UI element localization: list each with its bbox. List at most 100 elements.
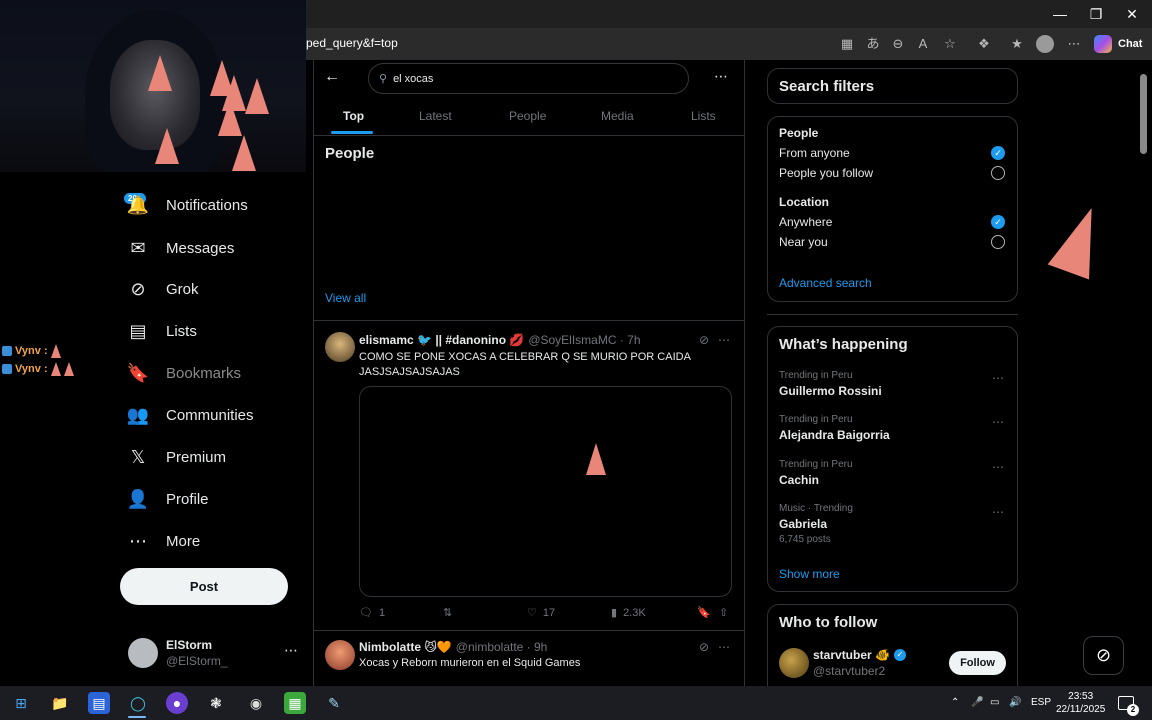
- retweet-button[interactable]: ⇅: [443, 606, 458, 619]
- nav-label: More: [166, 532, 201, 550]
- read-aloud-icon[interactable]: A: [913, 34, 933, 54]
- account-avatar[interactable]: [128, 638, 158, 668]
- notepad-icon[interactable]: ✎: [323, 692, 345, 714]
- tweet-avatar[interactable]: [325, 640, 355, 670]
- trend-name[interactable]: Guillermo Rossini: [779, 384, 882, 398]
- account-more-icon[interactable]: ⋯: [284, 642, 298, 659]
- heart-icon: ♡: [527, 607, 537, 619]
- store-icon[interactable]: ▤: [88, 692, 110, 714]
- browser-profile-icon[interactable]: [1036, 35, 1054, 53]
- like-button[interactable]: ♡ 17: [527, 606, 555, 620]
- nav-profile[interactable]: 👤 Profile: [127, 483, 209, 515]
- tweet-author-handle[interactable]: @SoyElIsmaMC · 7h: [528, 333, 640, 347]
- app-available-icon[interactable]: ▦: [837, 34, 857, 54]
- show-more-link[interactable]: Show more: [779, 567, 840, 581]
- restore-button[interactable]: ❐: [1078, 4, 1114, 24]
- tweet-more-icon[interactable]: ⋯: [718, 640, 730, 654]
- grok-explain-icon[interactable]: ⊘: [699, 640, 709, 654]
- translate-icon[interactable]: あ: [863, 34, 883, 54]
- extensions-icon[interactable]: ❖: [974, 34, 994, 54]
- tab-latest[interactable]: Latest: [419, 109, 452, 123]
- chatgpt-icon[interactable]: ❃: [205, 692, 227, 714]
- language-indicator[interactable]: ESP: [1031, 697, 1051, 708]
- radio-people-you-follow[interactable]: [991, 166, 1005, 180]
- search-more-icon[interactable]: ⋯: [714, 68, 728, 85]
- radio-anywhere[interactable]: ✓: [991, 215, 1005, 229]
- grok-floating-button[interactable]: ⊘: [1083, 636, 1124, 675]
- nav-communities[interactable]: 👥 Communities: [127, 399, 254, 431]
- copilot-chat-button[interactable]: Chat: [1094, 34, 1142, 54]
- follow-button[interactable]: Follow: [949, 651, 1006, 675]
- reply-button[interactable]: 🗨 1: [359, 606, 385, 620]
- settings-more-icon[interactable]: ⋯: [1064, 34, 1084, 54]
- trend-more-icon[interactable]: ⋯: [992, 460, 1004, 474]
- tab-people[interactable]: People: [509, 109, 546, 123]
- tray-chevron-icon[interactable]: ⌃: [951, 697, 959, 708]
- trend-name[interactable]: Alejandra Baigorria: [779, 428, 890, 442]
- search-filters-panel: [767, 116, 1018, 302]
- grok-explain-icon[interactable]: ⊘: [699, 333, 709, 347]
- tab-media[interactable]: Media: [601, 109, 634, 123]
- radio-near-you[interactable]: [991, 235, 1005, 249]
- address-bar[interactable]: yped_query&f=top: [300, 36, 398, 50]
- nav-bookmarks[interactable]: 🔖 Bookmarks: [127, 357, 241, 389]
- filter-location-label: Location: [779, 195, 829, 209]
- suggested-user-name[interactable]: starvtuber 🐠 ✓: [813, 648, 906, 662]
- back-arrow-icon[interactable]: ←: [324, 68, 344, 88]
- trend-more-icon[interactable]: ⋯: [992, 505, 1004, 519]
- network-icon[interactable]: ▭: [990, 697, 999, 708]
- filter-near-you[interactable]: Near you: [779, 235, 828, 249]
- post-button[interactable]: Post: [120, 568, 288, 605]
- filter-people-you-follow[interactable]: People you follow: [779, 166, 873, 180]
- close-button[interactable]: ✕: [1114, 4, 1150, 24]
- trend-name[interactable]: Gabriela: [779, 517, 827, 531]
- file-explorer-icon[interactable]: 📁: [49, 692, 71, 714]
- suggested-user-handle: @starvtuber2: [813, 664, 886, 678]
- tab-top[interactable]: Top: [343, 109, 364, 123]
- tweet-media[interactable]: [359, 386, 732, 597]
- volume-icon[interactable]: 🔊: [1009, 697, 1021, 708]
- advanced-search-link[interactable]: Advanced search: [779, 276, 872, 290]
- nav-messages[interactable]: ✉ Messages: [128, 232, 234, 264]
- windows-start-icon[interactable]: ⊞: [10, 692, 32, 714]
- nav-notifications[interactable]: 🔔 Notifications: [127, 189, 248, 221]
- suggested-user-avatar[interactable]: [779, 648, 809, 678]
- search-input[interactable]: ⚲ el xocas: [368, 63, 689, 94]
- radio-from-anyone[interactable]: ✓: [991, 146, 1005, 160]
- tweet-author-handle[interactable]: @nimbolatte · 9h: [456, 640, 548, 654]
- tweet-author-name[interactable]: Nimbolatte 😼🧡: [359, 640, 452, 654]
- obs-icon[interactable]: ◉: [245, 692, 267, 714]
- minecraft-icon[interactable]: ▦: [284, 692, 306, 714]
- view-all-link[interactable]: View all: [325, 291, 366, 305]
- tab-lists[interactable]: Lists: [691, 109, 716, 123]
- favorites-icon[interactable]: ★: [1007, 34, 1027, 54]
- bookmark-button[interactable]: 🔖: [697, 606, 711, 619]
- favorite-star-icon[interactable]: ☆: [940, 34, 960, 54]
- tweet-author-name[interactable]: elismamc 🐦 || #danonino 💋: [359, 333, 524, 347]
- nav-more[interactable]: ⋯ More: [128, 525, 200, 557]
- system-clock[interactable]: 23:53 22/11/2025: [1056, 690, 1105, 716]
- zoom-out-icon[interactable]: ⊖: [888, 34, 908, 54]
- trend-name[interactable]: Cachin: [779, 473, 819, 487]
- tweet-more-icon[interactable]: ⋯: [718, 333, 730, 347]
- discord-icon[interactable]: ●: [166, 692, 188, 714]
- tweet-avatar[interactable]: [325, 332, 355, 362]
- views-button[interactable]: ▮ 2.3K: [611, 606, 646, 620]
- share-button[interactable]: ⇧: [719, 606, 728, 619]
- nav-grok[interactable]: ⊘ Grok: [128, 273, 198, 305]
- nav-lists[interactable]: ▤ Lists: [128, 315, 196, 347]
- minimize-button[interactable]: —: [1042, 4, 1078, 24]
- nav-premium[interactable]: 𝕏 Premium: [128, 441, 226, 473]
- trend-category: Music · Trending: [779, 503, 853, 514]
- filter-anywhere[interactable]: Anywhere: [779, 215, 832, 229]
- edge-icon[interactable]: ◯: [127, 692, 149, 714]
- chat-badge-icon: [2, 364, 12, 374]
- account-name[interactable]: ElStorm: [166, 638, 212, 652]
- filter-from-anyone[interactable]: From anyone: [779, 146, 850, 160]
- search-query[interactable]: el xocas: [393, 73, 433, 85]
- microphone-icon[interactable]: 🎤: [971, 697, 983, 708]
- scrollbar-thumb[interactable]: [1140, 74, 1147, 154]
- trend-more-icon[interactable]: ⋯: [992, 415, 1004, 429]
- trend-more-icon[interactable]: ⋯: [992, 371, 1004, 385]
- more-circle-icon: ⋯: [129, 530, 147, 551]
